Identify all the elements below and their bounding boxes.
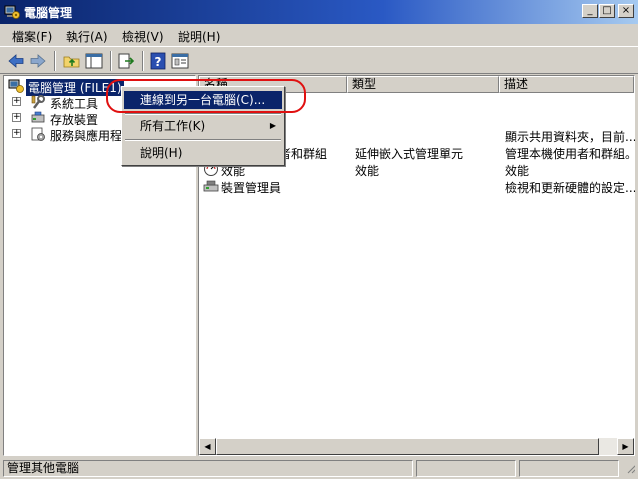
storage-icon — [31, 111, 45, 123]
horizontal-scrollbar[interactable]: ◀ ▶ — [199, 438, 634, 455]
toolbar: ? — [0, 46, 638, 74]
expand-icon[interactable]: + — [12, 97, 21, 106]
list-item-type: 延伸嵌入式管理單元 — [355, 147, 464, 161]
submenu-arrow-icon: ▶ — [269, 121, 276, 130]
title-bar[interactable]: 電腦管理 _ □ × — [0, 0, 638, 24]
forward-arrow-icon[interactable] — [28, 51, 48, 71]
status-panel — [416, 460, 516, 477]
column-header-type[interactable]: 類型 — [347, 76, 499, 93]
menu-view[interactable]: 檢視(V) — [122, 28, 164, 45]
system-tools-icon — [31, 95, 45, 109]
column-header-description[interactable]: 描述 — [499, 76, 634, 93]
up-folder-icon[interactable] — [62, 51, 82, 71]
scroll-right-icon[interactable]: ▶ — [617, 438, 634, 455]
help-icon[interactable]: ? — [148, 51, 168, 71]
menu-item-help[interactable]: 說明(H) — [124, 144, 282, 162]
menu-separator — [125, 139, 281, 141]
highlight-annotation — [106, 79, 306, 113]
scrollbar-thumb[interactable] — [216, 438, 599, 455]
list-item-description: 管理本機使用者和群組。 — [505, 147, 635, 161]
window-title: 電腦管理 — [24, 6, 73, 20]
list-item-description: 檢視和更新硬體的設定... — [505, 181, 635, 195]
properties-icon[interactable] — [170, 51, 190, 71]
computer-management-icon — [8, 79, 24, 93]
device-manager-icon — [203, 180, 219, 192]
show-hide-tree-icon[interactable] — [84, 51, 104, 71]
export-list-icon[interactable] — [116, 51, 136, 71]
menu-item-label: 所有工作(K) — [140, 119, 206, 133]
list-item-name: 裝置管理員 — [221, 181, 282, 195]
list-item-description: 效能 — [505, 164, 530, 178]
menu-item-all-tasks[interactable]: 所有工作(K) ▶ — [124, 117, 282, 135]
expand-icon[interactable]: + — [12, 129, 21, 138]
services-applications-icon — [31, 127, 45, 141]
status-bar: 管理其他電腦 — [0, 458, 638, 479]
list-item-type: 效能 — [355, 164, 380, 178]
back-arrow-icon[interactable] — [6, 51, 26, 71]
svg-text:?: ? — [155, 55, 162, 69]
menu-item-label: 說明(H) — [140, 146, 183, 160]
status-text: 管理其他電腦 — [3, 460, 413, 477]
menu-separator — [125, 113, 281, 115]
menu-action[interactable]: 執行(A) — [66, 28, 108, 45]
maximize-button[interactable]: □ — [599, 4, 615, 18]
scroll-left-icon[interactable]: ◀ — [199, 438, 216, 455]
close-button[interactable]: × — [618, 4, 634, 18]
toolbar-separator — [142, 51, 144, 71]
menu-bar: 檔案(F) 執行(A) 檢視(V) 說明(H) — [0, 24, 638, 46]
expand-icon[interactable]: + — [12, 113, 21, 122]
toolbar-separator — [54, 51, 56, 71]
computer-management-icon — [4, 5, 20, 19]
menu-file[interactable]: 檔案(F) — [12, 28, 52, 45]
list-item-description: 顯示共用資料夾，目前... — [505, 130, 635, 144]
toolbar-separator — [110, 51, 112, 71]
status-panel — [519, 460, 619, 477]
menu-help[interactable]: 說明(H) — [178, 28, 220, 45]
resize-grip-icon[interactable] — [622, 460, 635, 477]
minimize-button[interactable]: _ — [582, 4, 598, 18]
